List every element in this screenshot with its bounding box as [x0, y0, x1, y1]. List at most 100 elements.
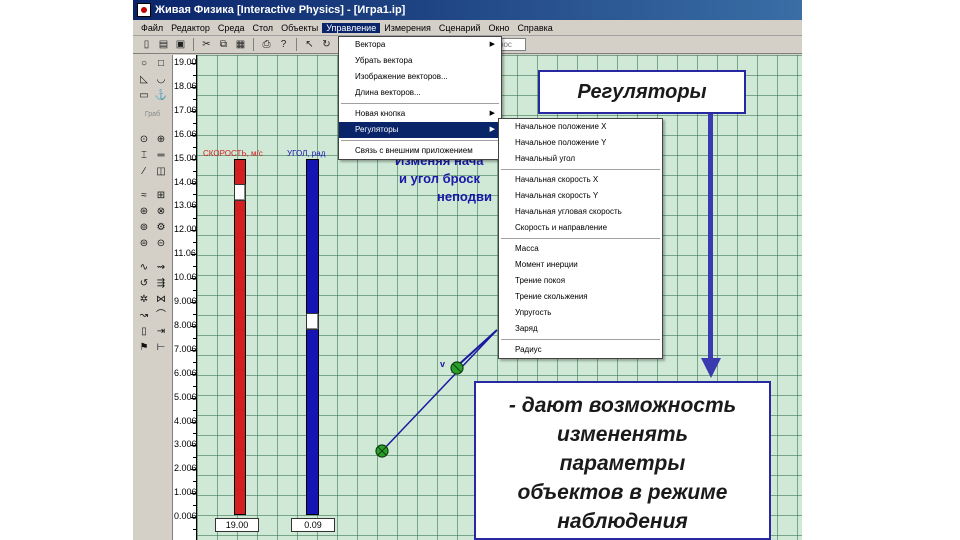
control-menu-item[interactable]: Вектора ▶: [339, 37, 501, 53]
ruler-tick: [191, 230, 196, 232]
actuator-tool-icon[interactable]: ⊜: [137, 237, 152, 250]
ruler-minor-tick: [193, 385, 196, 387]
meter-tool-icon[interactable]: ▯: [137, 325, 152, 338]
save-icon[interactable]: ▣: [173, 38, 188, 52]
ruler-tick: [191, 325, 196, 327]
ruler-tick-label: 3.006: [174, 439, 197, 450]
vector-tool-icon[interactable]: ⇥: [154, 325, 169, 338]
regulator-item[interactable]: Трение покоя: [499, 273, 662, 289]
help-icon[interactable]: ?: [276, 38, 291, 52]
regulator-item[interactable]: Упругость: [499, 305, 662, 321]
control-menu-item-label: Вектора: [355, 40, 386, 49]
split-tool-icon[interactable]: ⇶: [154, 277, 169, 290]
vector-label: v: [440, 359, 446, 369]
gear-tool-icon[interactable]: ⚙: [154, 221, 169, 234]
regulator-item[interactable]: Момент инерции: [499, 257, 662, 273]
wave-tool-icon[interactable]: ∿: [137, 261, 152, 274]
control-menu-item[interactable]: Новая кнопка ▶: [339, 106, 501, 122]
menu-environment[interactable]: Среда: [214, 23, 249, 33]
regulator-item[interactable]: Трение скольжения: [499, 289, 662, 305]
submenu-arrow-icon: ▶: [489, 110, 495, 117]
point-tool-icon[interactable]: ⊙: [137, 133, 152, 146]
regulator-item[interactable]: Начальная скорость Y: [499, 188, 662, 204]
menu-separator: [341, 103, 499, 104]
ruler-tick: [191, 134, 196, 136]
menu-control[interactable]: Управление: [322, 22, 381, 33]
menu-objects[interactable]: Объекты: [277, 23, 322, 33]
control-menu-item[interactable]: Изображение векторов...: [339, 69, 501, 85]
title-bar: Живая Физика [Interactive Physics] - [Иг…: [133, 0, 802, 20]
control-menu-item[interactable]: Длина векторов...: [339, 85, 501, 101]
star-tool-icon[interactable]: ✲: [137, 293, 152, 306]
menu-editor[interactable]: Редактор: [167, 23, 214, 33]
regulator-item[interactable]: Начальная скорость X: [499, 172, 662, 188]
flag-tool-icon[interactable]: ⚑: [137, 341, 152, 354]
menu-file[interactable]: Файл: [137, 23, 167, 33]
ruler-minor-tick: [193, 146, 196, 148]
menu-script[interactable]: Сценарий: [435, 23, 485, 33]
control-menu-item[interactable]: Регуляторы ▶: [339, 122, 501, 138]
regulator-item[interactable]: Скорость и направление: [499, 220, 662, 236]
polygon-tool-icon[interactable]: ◺: [137, 73, 152, 86]
toolbar-separator: [253, 38, 254, 51]
ruler-tick-label: 9.006: [174, 296, 197, 306]
rod-tool-icon[interactable]: ═: [154, 149, 169, 162]
regulator-item[interactable]: Масса: [499, 241, 662, 257]
new-file-icon[interactable]: ▯: [139, 38, 154, 52]
ruler-minor-tick: [193, 505, 196, 507]
menu-table[interactable]: Стол: [248, 23, 277, 33]
motor-tool-icon[interactable]: ⊝: [154, 237, 169, 250]
damper-tool-icon[interactable]: ⊞: [154, 189, 169, 202]
copy-icon[interactable]: ⧉: [216, 38, 231, 52]
pin-tool-icon[interactable]: ⌶: [137, 149, 152, 162]
torque-tool-icon[interactable]: ↺: [137, 277, 152, 290]
slot-tool-icon[interactable]: ◫: [154, 165, 169, 178]
open-folder-icon[interactable]: ▤: [156, 38, 171, 52]
menu-help[interactable]: Справка: [513, 23, 556, 33]
regulator-item[interactable]: Заряд: [499, 321, 662, 337]
ruler-tick-label: 19.00: [174, 57, 197, 67]
rotate-icon[interactable]: ↻: [319, 38, 334, 52]
path-tool-icon[interactable]: ↝: [137, 309, 152, 322]
ruler-tick-label: 15.00: [174, 152, 197, 163]
rectangle-tool-icon[interactable]: □: [154, 57, 169, 70]
rotational-damper-icon[interactable]: ⊗: [154, 205, 169, 218]
menu-bar: Файл Редактор Среда Стол Объекты Управле…: [133, 20, 802, 36]
pulley-tool-icon[interactable]: ⊚: [137, 221, 152, 234]
join-tool-icon[interactable]: ⋈: [154, 293, 169, 306]
control-menu-item[interactable]: Убрать вектора: [339, 53, 501, 69]
control-menu-item-label: Длина векторов...: [355, 88, 421, 97]
regulator-item[interactable]: Начальная угловая скорость: [499, 204, 662, 220]
pointer-icon[interactable]: ↖: [302, 38, 317, 52]
circle-tool-icon[interactable]: ○: [137, 57, 152, 70]
control-menu-item-label: Изображение векторов...: [355, 72, 448, 81]
ruler-tick: [191, 254, 196, 256]
menu-window[interactable]: Окно: [485, 23, 514, 33]
rotational-spring-icon[interactable]: ⊛: [137, 205, 152, 218]
spring-tool-icon[interactable]: ≈: [137, 189, 152, 202]
ruler-tick: [191, 206, 196, 208]
rope-tool-icon[interactable]: ∕: [137, 165, 152, 178]
ruler-tick-label: 11.06: [174, 248, 196, 259]
ruler-tool-icon[interactable]: ⊢: [154, 341, 169, 354]
anchor-tool-icon[interactable]: ⚓: [154, 89, 169, 102]
arrow-head: [701, 358, 721, 378]
regulator-item[interactable]: Начальное положение Y: [499, 135, 662, 151]
control-menu-item[interactable]: Связь с внешним приложением: [339, 143, 501, 159]
target-tool-icon[interactable]: ⊕: [154, 133, 169, 146]
print-icon[interactable]: ⎙: [259, 38, 274, 52]
description-line: объектов в режиме: [517, 481, 728, 504]
regulator-item[interactable]: Радиус: [499, 342, 662, 358]
menu-measurements[interactable]: Измерения: [380, 23, 435, 33]
paste-icon[interactable]: ▦: [233, 38, 248, 52]
curve-tool-icon[interactable]: ◡: [154, 73, 169, 86]
ruler-tick-label: 16.06: [174, 128, 197, 139]
cut-icon[interactable]: ✂: [199, 38, 214, 52]
square-tool-icon[interactable]: ▭: [137, 89, 152, 102]
force-tool-icon[interactable]: ⇝: [154, 261, 169, 274]
regulator-item[interactable]: Начальное положение X: [499, 119, 662, 135]
regulator-item[interactable]: Начальный угол: [499, 151, 662, 167]
menu-separator: [501, 238, 660, 239]
bend-tool-icon[interactable]: ⌒: [154, 309, 169, 322]
regulators-callout: Регуляторы: [538, 70, 746, 114]
